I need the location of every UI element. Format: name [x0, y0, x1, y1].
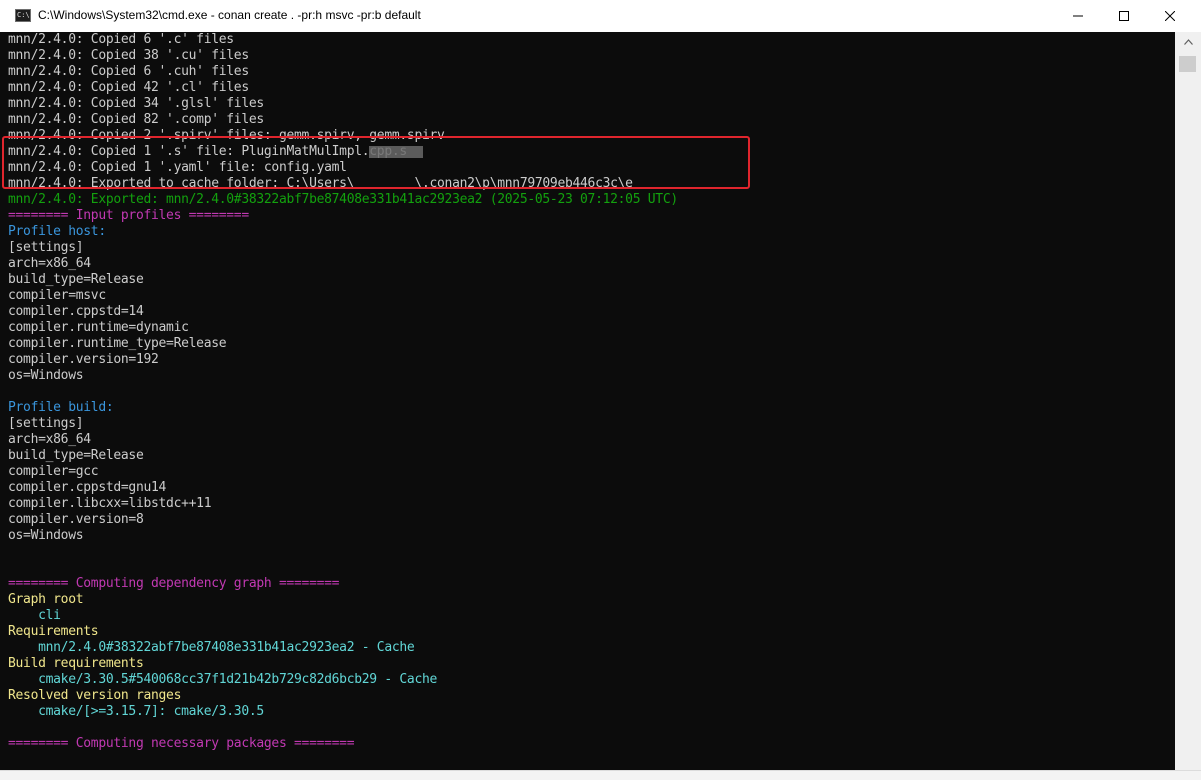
console-line: compiler.cppstd=gnu14 [8, 480, 167, 495]
close-icon [1165, 11, 1175, 21]
console-line: compiler=gcc [8, 464, 99, 479]
window-title: C:\Windows\System32\cmd.exe - conan crea… [38, 8, 421, 22]
chevron-up-icon [1183, 39, 1193, 45]
minimize-icon [1073, 15, 1083, 17]
console-line: Graph root [8, 592, 84, 607]
console-line: arch=x86_64 [8, 256, 91, 271]
console-line: cmake/[>=3.15.7]: cmake/3.30.5 [8, 704, 264, 719]
console-line: compiler.runtime_type=Release [8, 336, 227, 351]
console-line: build_type=Release [8, 272, 144, 287]
console-line: Profile host: [8, 224, 106, 239]
minimize-button[interactable] [1055, 0, 1101, 32]
console-line: [settings] [8, 240, 84, 255]
console-line: mnn/2.4.0: Copied 6 '.c' files [8, 32, 234, 47]
console-line: mnn/2.4.0: Copied 34 '.glsl' files [8, 96, 264, 111]
console-line: build_type=Release [8, 448, 144, 463]
console-line: compiler=msvc [8, 288, 106, 303]
console-line: arch=x86_64 [8, 432, 91, 447]
console-line: cli [8, 608, 61, 623]
maximize-button[interactable] [1101, 0, 1147, 32]
console-line: os=Windows [8, 528, 84, 543]
cmd-app-icon[interactable]: C:\ [15, 9, 31, 22]
console-line: cmake/3.30.5#540068cc37f1d21b42b729c82d6… [8, 672, 438, 687]
scroll-up-button[interactable] [1179, 34, 1197, 50]
maximize-icon [1119, 11, 1129, 21]
console-line: Resolved version ranges [8, 688, 182, 703]
console-line: compiler.version=8 [8, 512, 144, 527]
console-line: mnn/2.4.0#38322abf7be87408e331b41ac2923e… [8, 640, 415, 655]
console-line: mnn/2.4.0: Copied 82 '.comp' files [8, 112, 264, 127]
console-line: compiler.libcxx=libstdc++11 [8, 496, 212, 511]
console-line: Build requirements [8, 656, 144, 671]
console-line: compiler.version=192 [8, 352, 159, 367]
highlight-annotation-box [2, 136, 750, 189]
scrollbar-thumb[interactable] [1179, 56, 1196, 72]
console-line: mnn/2.4.0: Copied 42 '.cl' files [8, 80, 249, 95]
console-line: ======== Computing dependency graph ====… [8, 576, 340, 591]
console-line: [settings] [8, 416, 84, 431]
console-line: Profile build: [8, 400, 114, 415]
console-line: compiler.runtime=dynamic [8, 320, 189, 335]
console-line: mnn/2.4.0: Exported: mnn/2.4.0#38322abf7… [8, 192, 678, 207]
vertical-scrollbar[interactable] [1175, 32, 1201, 770]
title-bar[interactable]: C:\ C:\Windows\System32\cmd.exe - conan … [0, 0, 1201, 32]
cmd-app-icon-label: C:\ [17, 11, 30, 19]
console-line: mnn/2.4.0: Copied 6 '.cuh' files [8, 64, 249, 79]
cmd-window: C:\ C:\Windows\System32\cmd.exe - conan … [0, 0, 1201, 780]
console-line: ======== Input profiles ======== [8, 208, 249, 223]
console-line: os=Windows [8, 368, 84, 383]
console-line: mnn/2.4.0: Copied 38 '.cu' files [8, 48, 249, 63]
console-line: ======== Computing necessary packages ==… [8, 736, 355, 751]
console-line: compiler.cppstd=14 [8, 304, 144, 319]
console-line: Requirements [8, 624, 99, 639]
close-button[interactable] [1147, 0, 1193, 32]
redacted-username [369, 146, 423, 158]
